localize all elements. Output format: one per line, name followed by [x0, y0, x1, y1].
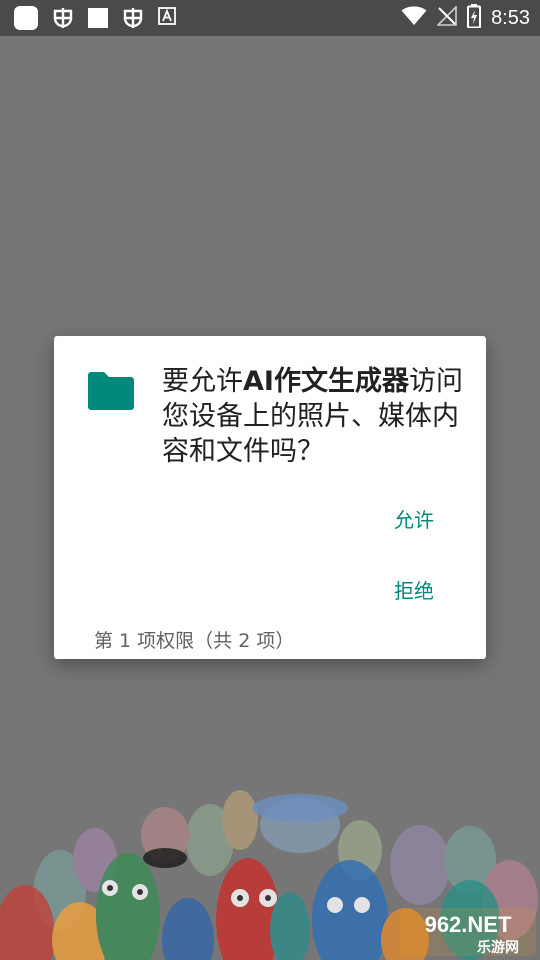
bug-icon: [50, 5, 76, 31]
bug-icon: [120, 5, 146, 31]
no-signal-icon: [436, 5, 457, 30]
app-square-icon: [14, 6, 38, 30]
folder-icon: [88, 372, 134, 410]
watermark-bottom-text: 乐游网: [477, 939, 519, 956]
deny-button[interactable]: 拒绝: [394, 575, 434, 604]
battery-charging-icon: [467, 4, 482, 32]
app-name: AI作文生成器: [243, 366, 409, 397]
status-left-icons: [14, 5, 176, 31]
status-time: 8:53: [491, 6, 530, 29]
permission-counter: 第 1 项权限（共 2 项）: [94, 630, 295, 652]
message-prefix: 要允许: [162, 366, 243, 397]
permission-message: 要允许AI作文生成器访问您设备上的照片、媒体内容和文件吗？: [162, 364, 468, 469]
font-a-icon: [158, 7, 176, 29]
stop-square-icon: [88, 8, 108, 28]
status-bar: 8:53: [0, 0, 540, 36]
allow-button[interactable]: 允许: [394, 504, 434, 533]
watermark-logo: 962.NET 乐游网: [400, 908, 536, 956]
status-right-icons: 8:53: [401, 4, 530, 32]
wifi-icon: [401, 6, 427, 30]
watermark-top-text: 962.NET: [425, 912, 512, 937]
permission-dialog: 要允许AI作文生成器访问您设备上的照片、媒体内容和文件吗？ 允许 拒绝 第 1 …: [54, 336, 486, 659]
